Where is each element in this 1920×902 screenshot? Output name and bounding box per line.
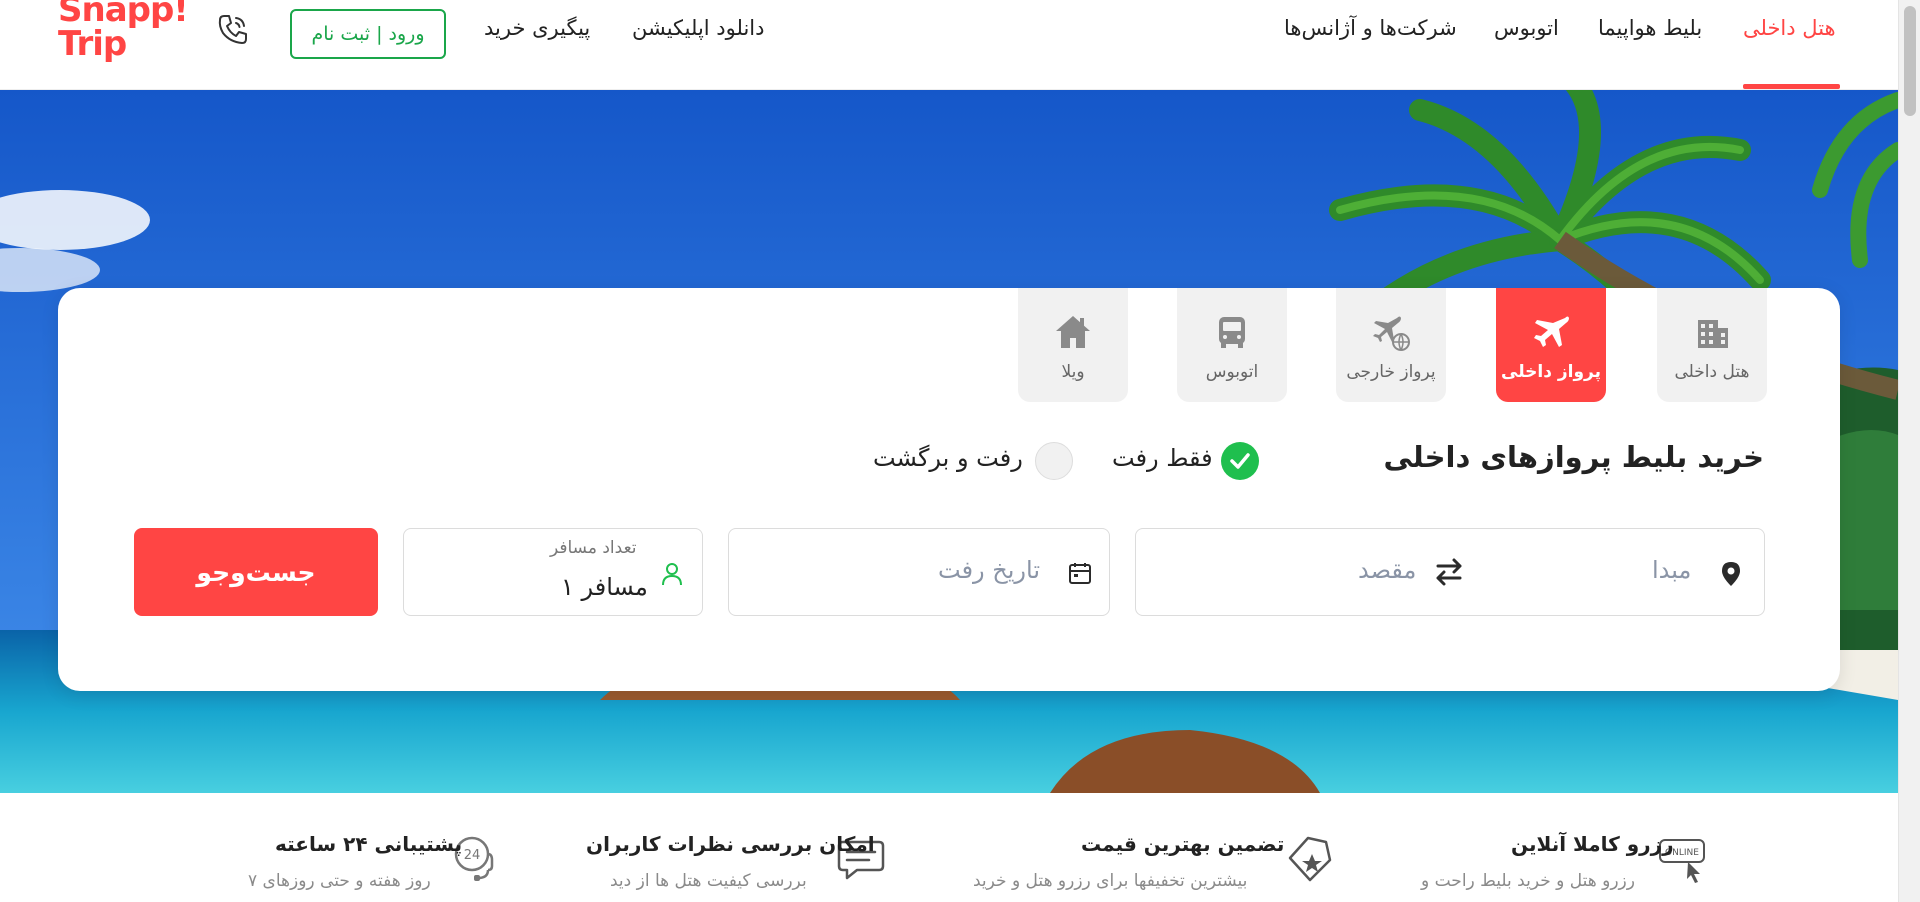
tab-domestic-flight-label: پرواز داخلی [1501,362,1601,382]
tab-foreign-flight[interactable]: پرواز خارجی [1336,288,1446,402]
feature-price-desc: بیشترین تخفیفها برای رزرو هتل و خرید [973,871,1248,891]
feature-support-desc: ۷ روز هفته و حتی روزهای [248,871,431,891]
feature-price-title: تضمین بهترین قیمت [1081,832,1285,856]
feature-reviews-desc: بررسی کیفیت هتل ها از دید [610,871,807,891]
check-icon [1230,453,1250,469]
nav-bus[interactable]: اتوبوس [1494,16,1559,40]
tab-villa[interactable]: ویلا [1018,288,1128,402]
building-icon [1698,320,1728,348]
user-icon [662,563,682,586]
tab-bus[interactable]: اتوبوس [1177,288,1287,402]
nav-hotel[interactable]: هتل داخلی [1743,16,1836,40]
feature-online-title: رزرو کاملا آنلاین [1511,832,1674,856]
nav-flight-ticket[interactable]: بلیط هواپیما [1598,16,1702,40]
nav-tracking[interactable]: پیگیری خرید [484,16,590,40]
tab-hotel[interactable]: هتل داخلی [1657,288,1767,402]
search-button[interactable]: جست‌وجو [134,528,378,616]
passengers-value: ۱ مسافر [561,573,648,601]
plane-globe-icon [1373,316,1410,351]
feature-support-title: پشتیبانی ۲۴ ساعته [275,832,463,856]
logo-text-line2: Trip [58,24,127,64]
page-scrollbar[interactable] [1898,0,1920,902]
feature-online-desc: رزرو هتل و خرید بلیط راحت و [1421,871,1635,891]
departure-date-field[interactable]: تاریخ رفت [728,528,1110,616]
departure-date-placeholder: تاریخ رفت [938,556,1041,584]
one-way-label[interactable]: فقط رفت [1112,444,1213,472]
tab-hotel-label: هتل داخلی [1674,362,1750,382]
destination-input[interactable]: مقصد [1358,556,1416,584]
origin-input[interactable]: مبدا [1652,556,1691,584]
logo-text-line1: Snapp! [58,0,189,30]
nav-agencies[interactable]: شرکت‌ها و آژانس‌ها [1284,16,1457,40]
search-title: خرید بلیط پروازهای داخلی [1383,440,1764,474]
round-trip-radio[interactable] [1035,442,1073,480]
tab-foreign-flight-label: پرواز خارجی [1346,362,1436,382]
site-header: Snapp! Trip ورود | ثبت نام پیگیری خرید د… [0,0,1920,90]
nav-download-app[interactable]: دانلود اپلیکیشن [632,16,764,40]
round-trip-label[interactable]: رفت و برگشت [873,444,1023,472]
house-icon [1056,316,1090,348]
scrollbar-thumb[interactable] [1904,6,1916,116]
feature-reviews-title: امکان بررسی نظرات کاربران [586,832,875,856]
passengers-field[interactable]: تعداد مسافر ۱ مسافر [403,528,703,616]
location-pin-icon [1722,562,1740,586]
passengers-label: تعداد مسافر [550,538,637,558]
phone-icon[interactable] [216,12,250,46]
airplane-icon [1534,316,1569,347]
swap-icon[interactable] [1432,555,1466,589]
calendar-icon [1069,563,1091,584]
tab-bus-label: اتوبوس [1205,362,1259,382]
login-register-button[interactable]: ورود | ثبت نام [290,9,446,59]
bus-icon [1219,317,1245,348]
tab-domestic-flight[interactable]: پرواز داخلی [1496,288,1606,402]
star-tag-icon [1288,836,1332,882]
active-nav-indicator [1743,84,1840,89]
snapptrip-logo[interactable]: Snapp! Trip [58,0,189,70]
svg-text:24: 24 [464,848,481,863]
one-way-radio[interactable] [1221,442,1259,480]
tab-villa-label: ویلا [1061,362,1085,382]
